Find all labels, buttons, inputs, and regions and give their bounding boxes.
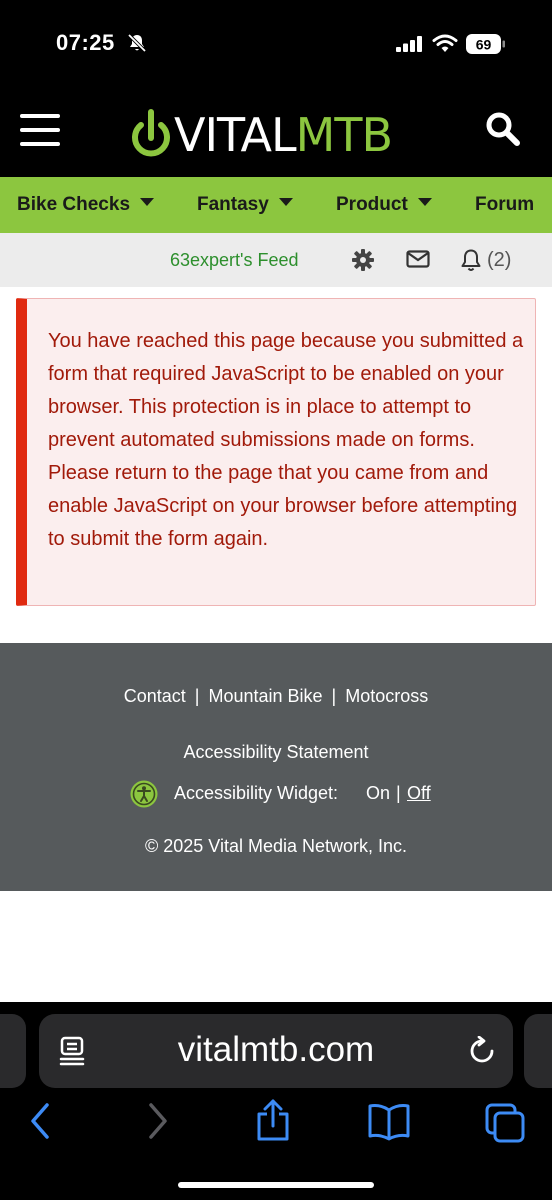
- accessibility-widget-off[interactable]: Off: [407, 783, 431, 804]
- nav-item-bike-checks[interactable]: Bike Checks: [17, 194, 155, 216]
- bookmarks-icon[interactable]: [367, 1102, 411, 1142]
- search-icon[interactable]: [486, 112, 520, 146]
- browser-toolbar: vitalmtb.com: [0, 1002, 552, 1200]
- nav-item-fantasy[interactable]: Fantasy: [197, 194, 293, 216]
- mail-icon[interactable]: [406, 250, 430, 268]
- reload-icon[interactable]: [467, 1036, 497, 1066]
- site-logo[interactable]: VITALMTB: [128, 106, 408, 162]
- footer-separator: |: [194, 686, 200, 706]
- chevron-down-icon: [417, 197, 432, 206]
- wifi-icon: [432, 34, 458, 52]
- footer-links: Contact | Mountain Bike | Motocross: [0, 686, 552, 707]
- address-bar[interactable]: vitalmtb.com: [39, 1014, 513, 1088]
- previous-tab-peek[interactable]: [0, 1014, 26, 1088]
- hamburger-icon[interactable]: [20, 114, 60, 146]
- chevron-down-icon: [140, 197, 155, 206]
- alert-message: You have reached this page because you s…: [48, 330, 524, 550]
- share-icon[interactable]: [254, 1098, 292, 1142]
- user-feed-link[interactable]: 63expert's Feed: [170, 250, 299, 271]
- signal-icon: [396, 36, 422, 52]
- accessibility-statement-link[interactable]: Accessibility Statement: [0, 742, 552, 763]
- nav-item-product[interactable]: Product: [336, 194, 432, 216]
- main-nav: Bike Checks Fantasy Product Forum: [0, 177, 552, 233]
- bell-slash-icon: [127, 33, 147, 53]
- next-tab-peek[interactable]: [524, 1014, 552, 1088]
- footer-link-motocross[interactable]: Motocross: [345, 686, 428, 706]
- nav-item-forum[interactable]: Forum: [475, 194, 534, 216]
- footer-link-mountain-bike[interactable]: Mountain Bike: [208, 686, 322, 706]
- notification-count: (2): [487, 249, 512, 271]
- tabs-icon[interactable]: [484, 1102, 526, 1144]
- notifications-button[interactable]: (2): [460, 248, 511, 277]
- accessibility-widget-on[interactable]: On: [366, 783, 390, 804]
- url-text: vitalmtb.com: [177, 1030, 375, 1069]
- bell-icon: [461, 249, 481, 271]
- footer-link-contact[interactable]: Contact: [124, 686, 186, 706]
- home-indicator: [178, 1182, 374, 1188]
- javascript-required-alert: You have reached this page because you s…: [16, 298, 536, 606]
- site-footer: Contact | Mountain Bike | Motocross Accessib…: [0, 643, 552, 891]
- status-bar: 07:25 69: [0, 0, 552, 90]
- accessibility-widget-label: Accessibility Widget:: [174, 783, 339, 803]
- accessibility-icon: [130, 780, 158, 808]
- status-time: 07:25: [56, 30, 115, 55]
- footer-separator: |: [331, 686, 337, 706]
- chevron-down-icon: [278, 197, 293, 206]
- copyright-text: © 2025 Vital Media Network, Inc.: [144, 836, 408, 856]
- power-logo-icon: [132, 109, 170, 157]
- battery-icon: 69: [466, 34, 506, 61]
- accessibility-widget-separator: |: [396, 783, 401, 803]
- back-icon[interactable]: [28, 1102, 52, 1140]
- forward-icon[interactable]: [146, 1102, 170, 1140]
- battery-level: 69: [476, 37, 492, 53]
- gear-icon[interactable]: [352, 249, 374, 271]
- site-header: VITALMTB: [0, 90, 552, 177]
- logo-text: VITALMTB: [174, 108, 393, 162]
- user-feed-bar: 63expert's Feed (2): [0, 233, 552, 287]
